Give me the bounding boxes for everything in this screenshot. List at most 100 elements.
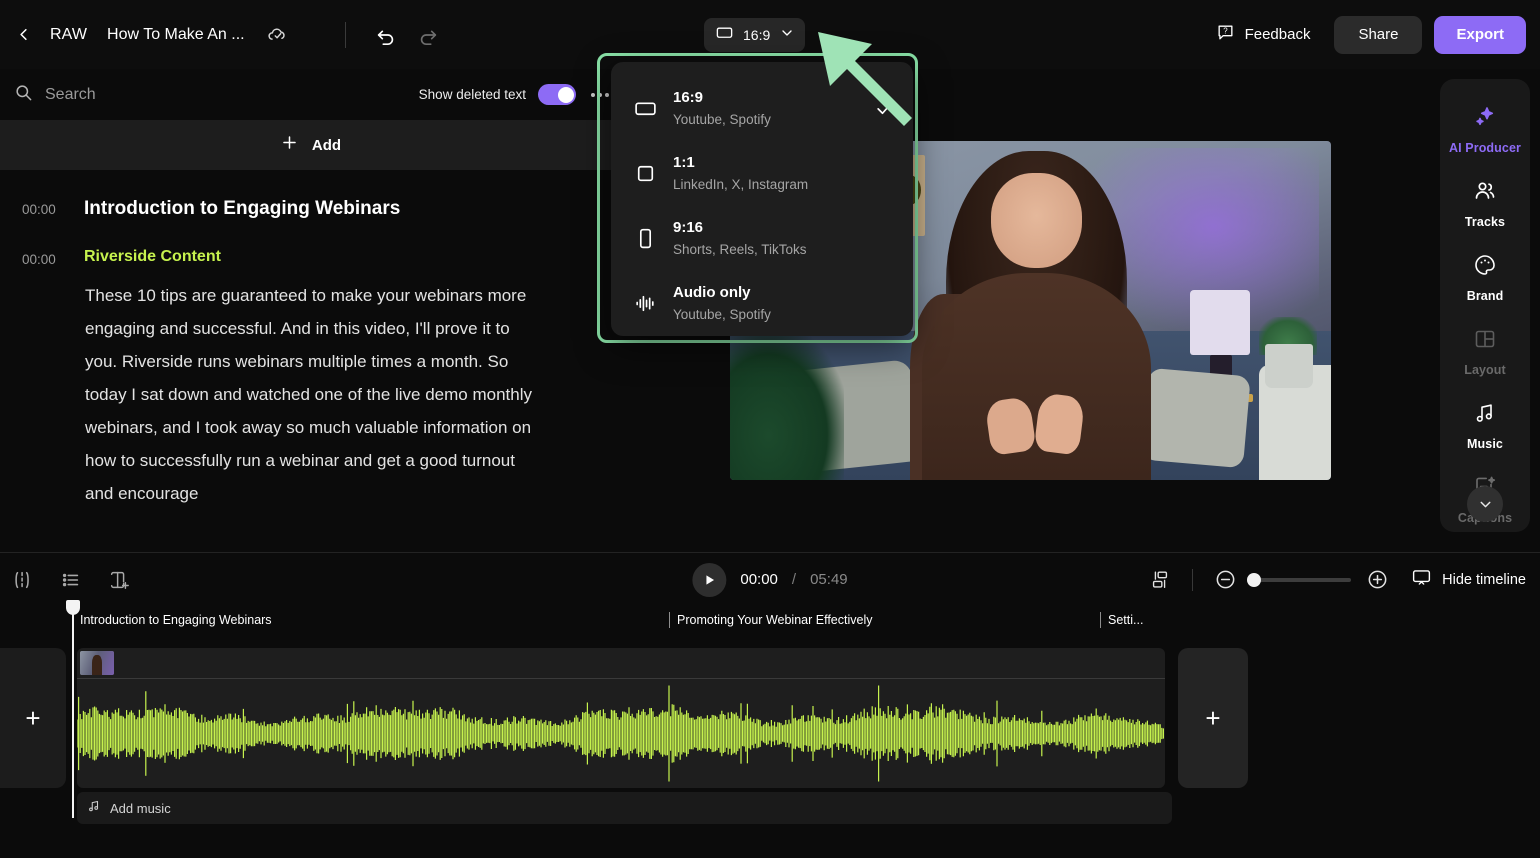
speaker-timestamp: 00:00 (22, 252, 56, 267)
redo-button[interactable] (412, 19, 444, 51)
check-icon (873, 99, 895, 118)
menu-subtitle: LinkedIn, X, Instagram (673, 176, 809, 192)
sidebar-item-brand[interactable]: Brand (1440, 241, 1530, 315)
list-icon[interactable] (54, 563, 88, 597)
timeline-tools-divider (1192, 568, 1194, 591)
music-note-icon (87, 799, 101, 818)
timeline-playhead[interactable] (66, 600, 80, 818)
plus-icon (280, 133, 299, 157)
svg-text:?: ? (1223, 26, 1228, 35)
feedback-button[interactable]: ? Feedback (1202, 15, 1325, 55)
menu-subtitle: Shorts, Reels, TikToks (673, 241, 807, 257)
add-track-right-button[interactable]: + (1178, 648, 1248, 788)
sidebar-label-brand: Brand (1466, 289, 1504, 303)
timeline-settings-icon[interactable] (1146, 566, 1174, 594)
sidebar-label-ai-producer: AI Producer (1449, 141, 1521, 155)
menu-item-9-16[interactable]: 9:16 Shorts, Reels, TikToks (611, 206, 913, 271)
clip-thumbnails (77, 648, 1165, 678)
menu-subtitle: Youtube, Spotify (673, 306, 771, 322)
transcript-paragraph[interactable]: These 10 tips are guaranteed to make you… (85, 279, 621, 510)
speaker-name: Riverside Content (84, 248, 221, 265)
transcript-search-row: Search Show deleted text (0, 69, 621, 120)
timeline-toolbar: 00:00 / 05:49 Hide timeline (0, 553, 1540, 606)
zoom-slider-knob[interactable] (1247, 572, 1262, 587)
back-button[interactable] (6, 18, 40, 52)
add-music-label: Add music (110, 800, 171, 816)
sidebar-label-tracks: Tracks (1464, 215, 1506, 229)
transcript-chapter-row[interactable]: 00:00 Introduction to Engaging Webinars (0, 170, 621, 220)
export-button[interactable]: Export (1434, 15, 1526, 54)
sidebar-item-music[interactable]: Music (1440, 389, 1530, 463)
timeline-chapter-marker[interactable]: Introduction to Engaging Webinars (72, 612, 272, 628)
chevron-down-icon (779, 25, 795, 46)
rect-16-9-icon (633, 96, 673, 121)
sidebar-item-ai-producer[interactable]: AI Producer (1440, 93, 1530, 167)
plus-icon: + (1205, 703, 1221, 733)
current-time: 00:00 (740, 571, 778, 588)
timeline-left-tools (0, 553, 136, 606)
undo-button[interactable] (370, 19, 402, 51)
transcript-speaker-row[interactable]: 00:00 Riverside Content (0, 220, 621, 267)
search-input[interactable]: Search (14, 83, 419, 107)
menu-item-16-9[interactable]: 16:9 Youtube, Spotify (611, 76, 913, 141)
transcript-panel: Search Show deleted text Add 00:00 Intro… (0, 69, 621, 552)
sidebar-expand-button[interactable] (1467, 486, 1503, 522)
timeline-chapter-marker[interactable]: Promoting Your Webinar Effectively (669, 612, 872, 628)
menu-title: 16:9 (673, 88, 704, 106)
timeline-chapters: Introduction to Engaging Webinars Promot… (0, 606, 1540, 640)
total-time: 05:49 (810, 571, 848, 588)
add-label: Add (311, 136, 342, 154)
time-separator: / (791, 571, 797, 588)
raw-badge: RAW (50, 25, 88, 43)
menu-subtitle: Youtube, Spotify (673, 111, 771, 127)
plus-icon: + (25, 703, 41, 733)
palette-icon (1473, 253, 1497, 282)
search-icon (14, 83, 33, 107)
playback-controls: 00:00 / 05:49 (692, 553, 848, 606)
video-clip[interactable] (77, 648, 1165, 788)
video-editor-app: RAW How To Make An ... 16:9 ? Feedback S… (0, 0, 1540, 858)
sparkle-icon (1473, 105, 1497, 134)
transcript-body: 00:00 Introduction to Engaging Webinars … (0, 170, 621, 510)
chapter-marker-label: Introduction to Engaging Webinars (80, 613, 272, 627)
split-clip-icon[interactable] (6, 563, 40, 597)
show-deleted-text-label: Show deleted text (418, 87, 526, 102)
add-music-row[interactable]: Add music (77, 792, 1172, 824)
people-icon (1473, 179, 1497, 208)
aspect-ratio-button[interactable]: 16:9 (704, 18, 806, 52)
sidebar-item-tracks[interactable]: Tracks (1440, 167, 1530, 241)
right-sidebar: AI Producer Tracks Brand Layout Music (1440, 79, 1530, 532)
sidebar-label-layout: Layout (1464, 363, 1506, 377)
zoom-in-button[interactable] (1363, 566, 1391, 594)
rect-1-1-icon (633, 161, 673, 186)
more-horizontal-icon[interactable] (589, 87, 611, 103)
aspect-ratio-label: 16:9 (743, 27, 771, 43)
clip-thumbnail (80, 651, 114, 675)
sidebar-label-music: Music (1467, 437, 1503, 451)
play-button[interactable] (692, 562, 727, 597)
hide-timeline-button[interactable]: Hide timeline (1411, 567, 1526, 593)
add-panel-icon[interactable] (102, 563, 136, 597)
show-deleted-text-toggle[interactable] (538, 84, 576, 105)
chapter-title: Introduction to Engaging Webinars (84, 198, 401, 219)
menu-item-1-1[interactable]: 1:1 LinkedIn, X, Instagram (611, 141, 913, 206)
add-track-left-button[interactable]: + (0, 648, 66, 788)
menu-title: Audio only (673, 283, 751, 301)
project-title[interactable]: How To Make An ... (107, 26, 245, 44)
menu-item-audio-only[interactable]: Audio only Youtube, Spotify (611, 271, 913, 336)
waveform-icon (633, 291, 673, 316)
music-note-icon (1473, 401, 1497, 430)
aspect-ratio-menu: 16:9 Youtube, Spotify 1:1 LinkedIn, X, I… (611, 62, 913, 336)
share-button[interactable]: Share (1334, 15, 1423, 54)
sidebar-item-layout[interactable]: Layout (1440, 315, 1530, 389)
chapter-timestamp: 00:00 (22, 202, 56, 217)
add-button[interactable]: Add (0, 120, 621, 170)
zoom-slider[interactable] (1247, 572, 1352, 587)
menu-title: 9:16 (673, 218, 704, 236)
feedback-label: Feedback (1244, 26, 1311, 43)
zoom-out-button[interactable] (1211, 566, 1239, 594)
aspect-ratio-icon (715, 23, 734, 47)
chapter-marker-label: Setti... (1108, 613, 1144, 627)
timeline-chapter-marker[interactable]: Setti... (1100, 612, 1143, 628)
toolbar-divider (344, 21, 346, 48)
